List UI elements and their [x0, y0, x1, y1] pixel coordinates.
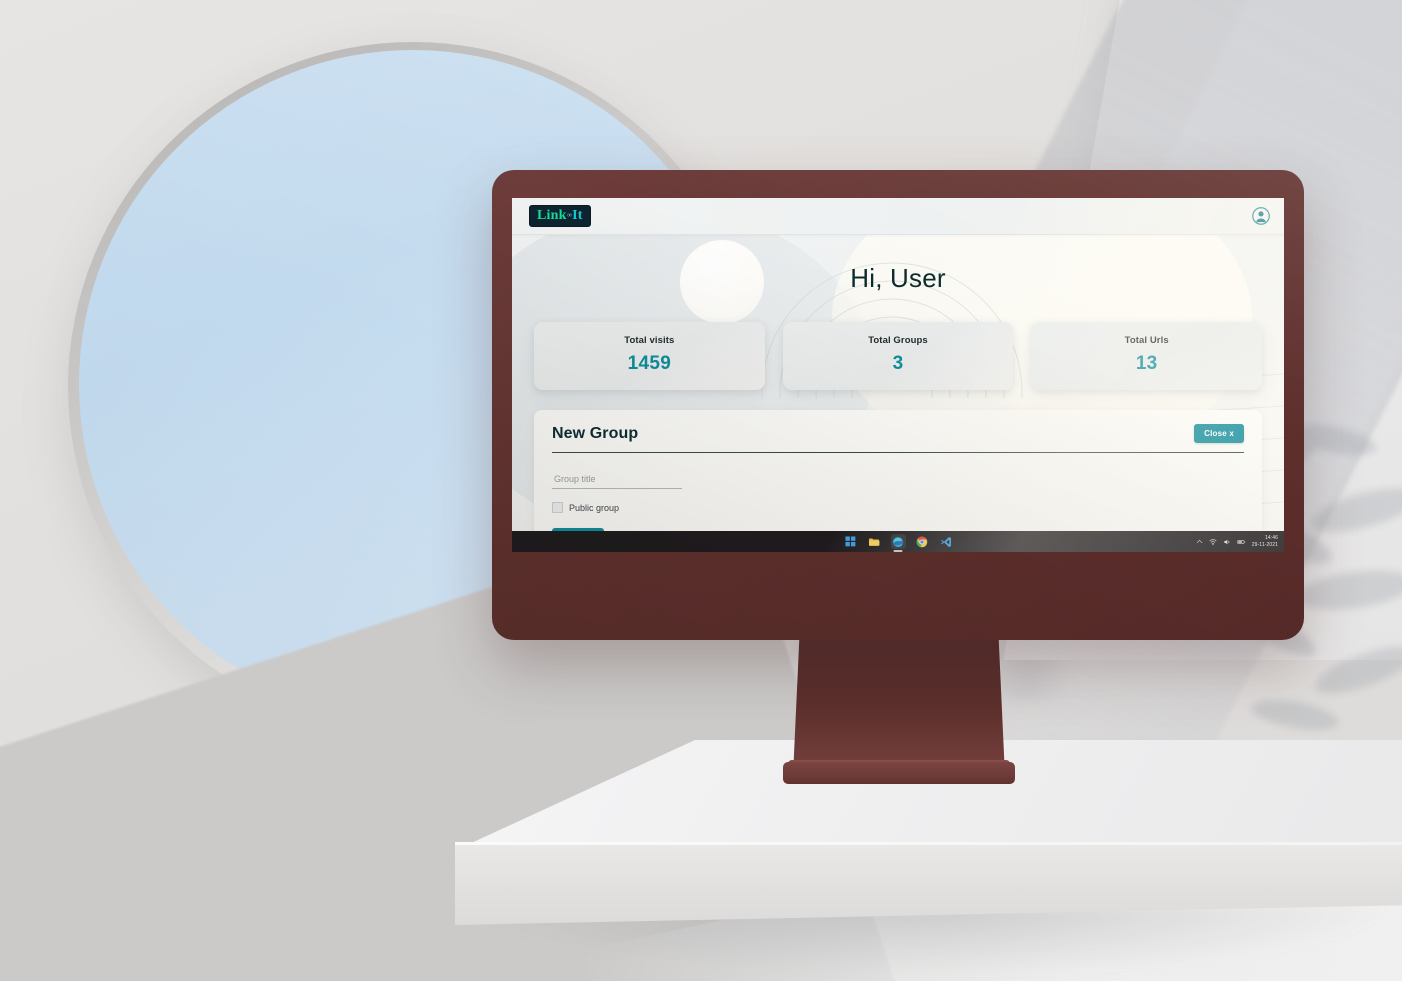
vscode-icon — [941, 536, 951, 547]
show-hidden-icons-button[interactable] — [1196, 538, 1203, 545]
monitor-stand-neck — [793, 638, 1005, 776]
close-panel-button[interactable]: Close x — [1194, 424, 1244, 443]
system-tray: 14:46 29-11-2021 — [1196, 535, 1278, 548]
battery-status-button[interactable] — [1237, 538, 1246, 546]
stat-label: Total Groups — [868, 335, 928, 346]
stat-card-total-visits[interactable]: Total visits 1459 — [534, 322, 765, 390]
monitor-screen: Link∞It Hi, User Total visits 1459 Total… — [512, 198, 1284, 552]
windows-taskbar: 14:46 29-11-2021 — [512, 531, 1284, 552]
stat-value: 1459 — [627, 353, 672, 374]
network-status-button[interactable] — [1209, 538, 1217, 546]
wifi-icon — [1209, 538, 1217, 545]
stat-card-total-urls[interactable]: Total Urls 13 — [1031, 322, 1263, 390]
chevron-up-icon — [1196, 539, 1203, 544]
app-logo[interactable]: Link∞It — [529, 204, 591, 228]
monitor-stand-base — [783, 762, 1015, 784]
public-group-checkbox-row[interactable]: Public group — [552, 502, 1244, 513]
edge-icon — [892, 536, 904, 547]
user-profile-button[interactable] — [1252, 207, 1270, 225]
chrome-button[interactable] — [915, 534, 930, 549]
greeting-section: Hi, User — [512, 235, 1284, 300]
page-title: Hi, User — [850, 263, 946, 293]
app-topbar: Link∞It — [512, 198, 1284, 235]
chrome-icon — [916, 536, 928, 547]
edge-button[interactable] — [890, 534, 906, 549]
stat-value: 13 — [1135, 353, 1158, 374]
stats-row: Total visits 1459 Total Groups 3 Total U… — [512, 300, 1284, 390]
monitor-bezel: Link∞It Hi, User Total visits 1459 Total… — [492, 170, 1304, 640]
taskbar-clock[interactable]: 14:46 29-11-2021 — [1252, 535, 1278, 548]
folder-icon — [869, 537, 880, 546]
public-group-checkbox[interactable] — [552, 502, 563, 513]
group-title-input[interactable] — [552, 474, 682, 489]
stat-label: Total visits — [624, 335, 675, 346]
vscode-button[interactable] — [939, 534, 954, 549]
public-group-label: Public group — [569, 502, 620, 513]
volume-status-button[interactable] — [1223, 538, 1231, 546]
logo-text-right: It — [572, 207, 583, 223]
new-group-title: New Group — [552, 424, 639, 442]
speaker-icon — [1224, 539, 1230, 544]
stat-card-total-groups[interactable]: Total Groups 3 — [782, 322, 1014, 390]
windows-icon — [844, 536, 855, 547]
user-circle-icon — [1252, 207, 1270, 225]
link-it-app: Link∞It Hi, User Total visits 1459 Total… — [512, 198, 1284, 552]
product-mockup-scene: Link∞It Hi, User Total visits 1459 Total… — [0, 0, 1402, 981]
stat-label: Total Urls — [1124, 335, 1169, 346]
taskbar-icon-group — [843, 534, 954, 549]
new-group-panel-header: New Group Close x — [552, 424, 1244, 453]
battery-icon — [1237, 539, 1246, 544]
file-explorer-button[interactable] — [867, 534, 882, 549]
group-title-field-wrap — [552, 469, 1244, 489]
start-button[interactable] — [843, 534, 858, 549]
stat-value: 3 — [892, 353, 904, 374]
logo-text-left: Link — [537, 207, 567, 223]
clock-date: 29-11-2021 — [1251, 541, 1278, 548]
